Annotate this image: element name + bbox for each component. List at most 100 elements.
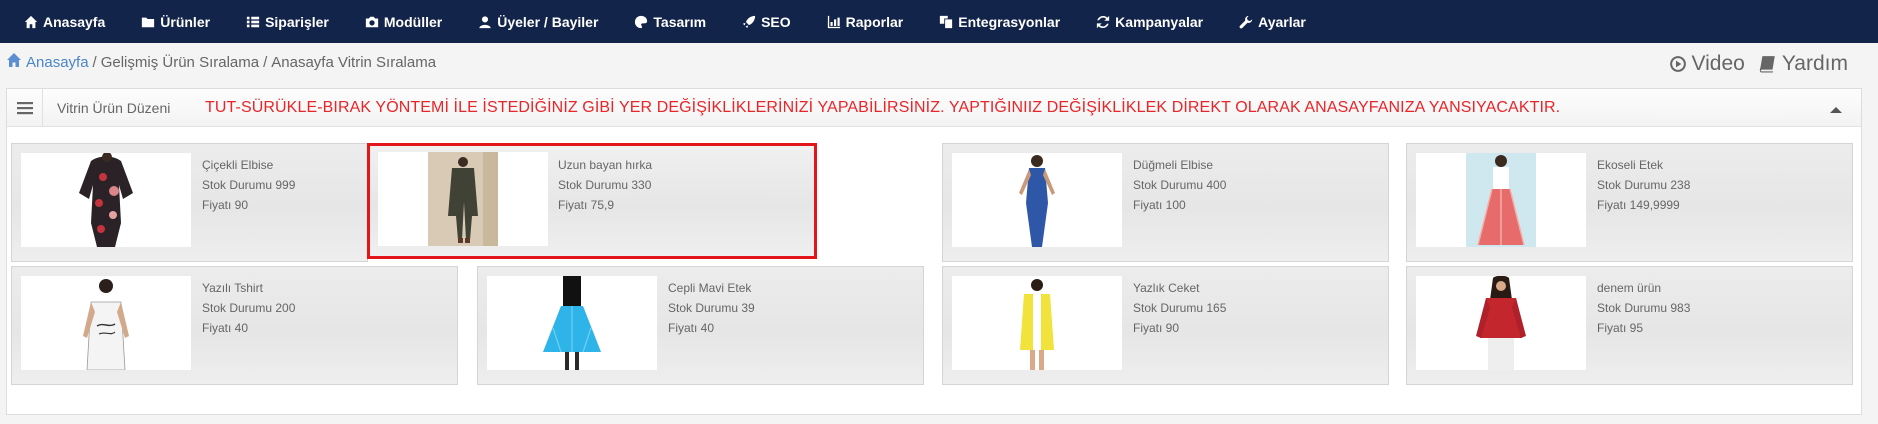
home-icon	[6, 52, 22, 72]
product-name: Çiçekli Elbise	[202, 158, 274, 172]
nav-item-label: SEO	[761, 13, 791, 30]
nav-item-label: Kampanyalar	[1115, 13, 1204, 30]
nav-item-seo[interactable]: SEO	[742, 14, 791, 30]
nav-item-moduller[interactable]: Modüller	[365, 14, 442, 30]
nav-item-label: Üyeler / Bayiler	[497, 13, 599, 30]
product-card[interactable]: Yazılı Tshirt Stok Durumu 200 Fiyatı 40	[11, 266, 458, 385]
product-image	[952, 153, 1122, 247]
bars-icon	[16, 101, 33, 114]
product-name: Uzun bayan hırka	[558, 158, 653, 172]
breadcrumb-separator: /	[263, 53, 268, 71]
product-price: Fiyatı 95	[1597, 321, 1644, 335]
panel-menu-button[interactable]	[7, 89, 43, 126]
book-icon	[1759, 56, 1775, 73]
product-info: Yazlık Ceket Stok Durumu 165 Fiyatı 90	[1133, 278, 1226, 338]
product-image	[1416, 276, 1586, 370]
nav-item-label: Modüller	[383, 13, 443, 30]
product-name: Cepli Mavi Etek	[668, 281, 752, 295]
nav-item-raporlar[interactable]: Raporlar	[827, 13, 904, 30]
product-stock: Stok Durumu 165	[1133, 301, 1227, 315]
camera-icon	[365, 15, 379, 29]
product-info: Cepli Mavi Etek Stok Durumu 39 Fiyatı 40	[668, 278, 755, 338]
help-link[interactable]: Yardım	[1759, 52, 1848, 76]
nav-item-label: Anasayfa	[43, 13, 106, 30]
list-icon	[246, 15, 260, 29]
product-image	[952, 276, 1122, 370]
product-name: denem ürün	[1597, 281, 1662, 295]
nav-item-uyeler-bayiler[interactable]: Üyeler / Bayiler	[478, 14, 598, 30]
product-stock: Stok Durumu 999	[202, 178, 296, 192]
product-image	[1416, 153, 1586, 247]
home-icon	[24, 15, 38, 29]
user-icon	[478, 15, 492, 29]
nav-item-kampanyalar[interactable]: Kampanyalar	[1096, 14, 1203, 30]
product-info: Uzun bayan hırka Stok Durumu 330 Fiyatı …	[558, 155, 652, 215]
nav-item-label: Raporlar	[845, 13, 904, 30]
product-price: Fiyatı 40	[668, 321, 715, 335]
product-price: Fiyatı 40	[202, 321, 249, 335]
product-info: Çiçekli Elbise Stok Durumu 999 Fiyatı 90	[202, 155, 295, 215]
chevron-up-icon	[1830, 107, 1842, 113]
play-circle-icon	[1669, 56, 1686, 72]
help-links: Video Yardım	[1655, 52, 1848, 76]
drag-drop-notice: TUT-SÜRÜKLE-BIRAK YÖNTEMİ İLE İSTEDİĞİNİ…	[205, 99, 1561, 116]
product-name: Yazlık Ceket	[1133, 281, 1200, 295]
folder-icon	[141, 15, 155, 29]
product-price: Fiyatı 149,9999	[1597, 198, 1680, 212]
video-link[interactable]: Video	[1669, 52, 1745, 76]
product-card[interactable]: Düğmeli Elbise Stok Durumu 400 Fiyatı 10…	[942, 143, 1389, 262]
product-image	[487, 276, 657, 370]
product-card-selected[interactable]: Uzun bayan hırka Stok Durumu 330 Fiyatı …	[367, 143, 817, 259]
nav-item-label: Siparişler	[265, 13, 329, 30]
video-label: Video	[1691, 52, 1745, 75]
panel-header: Vitrin Ürün Düzeni TUT-SÜRÜKLE-BIRAK YÖN…	[7, 89, 1861, 127]
help-label: Yardım	[1781, 52, 1848, 75]
chart-icon	[827, 15, 841, 29]
nav-item-tasarim[interactable]: Tasarım	[634, 14, 706, 30]
wrench-icon	[1239, 15, 1253, 29]
collapse-button[interactable]	[1829, 102, 1843, 113]
nav-item-siparisler[interactable]: Siparişler	[246, 14, 329, 30]
product-price: Fiyatı 75,9	[558, 198, 615, 212]
product-card[interactable]: Yazlık Ceket Stok Durumu 165 Fiyatı 90	[942, 266, 1389, 385]
product-info: Yazılı Tshirt Stok Durumu 200 Fiyatı 40	[202, 278, 295, 338]
product-name: Ekoseli Etek	[1597, 158, 1664, 172]
breadcrumb-home-link[interactable]: Anasayfa	[26, 54, 89, 71]
product-stock: Stok Durumu 39	[668, 301, 755, 315]
refresh-icon	[1096, 15, 1110, 29]
nav-item-entegrasyonlar[interactable]: Entegrasyonlar	[939, 14, 1060, 30]
product-stock: Stok Durumu 200	[202, 301, 296, 315]
breadcrumb: Anasayfa / Gelişmiş Ürün Sıralama / Anas…	[6, 52, 436, 72]
copy-icon	[939, 15, 953, 29]
nav-item-label: Ayarlar	[1258, 13, 1306, 30]
nav-item-label: Entegrasyonlar	[958, 13, 1061, 30]
product-stock: Stok Durumu 238	[1597, 178, 1691, 192]
product-card[interactable]: denem ürün Stok Durumu 983 Fiyatı 95	[1406, 266, 1853, 385]
product-card[interactable]: Çiçekli Elbise Stok Durumu 999 Fiyatı 90	[11, 143, 368, 262]
product-info: denem ürün Stok Durumu 983 Fiyatı 95	[1597, 278, 1690, 338]
product-card[interactable]: Cepli Mavi Etek Stok Durumu 39 Fiyatı 40	[477, 266, 924, 385]
product-info: Düğmeli Elbise Stok Durumu 400 Fiyatı 10…	[1133, 155, 1226, 215]
product-image	[21, 153, 191, 247]
product-name: Yazılı Tshirt	[202, 281, 263, 295]
product-card[interactable]: Ekoseli Etek Stok Durumu 238 Fiyatı 149,…	[1406, 143, 1853, 262]
product-name: Düğmeli Elbise	[1133, 158, 1214, 172]
breadcrumb-separator: /	[92, 53, 97, 71]
product-stock: Stok Durumu 400	[1133, 178, 1227, 192]
panel-title: Vitrin Ürün Düzeni	[57, 100, 171, 116]
nav-item-ayarlar[interactable]: Ayarlar	[1239, 14, 1306, 30]
product-price: Fiyatı 90	[202, 198, 249, 212]
top-navigation: Anasayfa Ürünler Siparişler Modüller Üye…	[0, 0, 1878, 43]
product-info: Ekoseli Etek Stok Durumu 238 Fiyatı 149,…	[1597, 155, 1690, 215]
showcase-panel: Vitrin Ürün Düzeni TUT-SÜRÜKLE-BIRAK YÖN…	[6, 88, 1862, 415]
breadcrumb-current: Anasayfa Vitrin Sıralama	[271, 53, 437, 71]
product-image	[21, 276, 191, 370]
nav-item-anasayfa[interactable]: Anasayfa	[24, 14, 105, 30]
nav-item-label: Tasarım	[653, 13, 707, 30]
product-price: Fiyatı 100	[1133, 198, 1186, 212]
product-stock: Stok Durumu 983	[1597, 301, 1691, 315]
nav-item-urunler[interactable]: Ürünler	[141, 14, 210, 30]
palette-icon	[634, 15, 648, 29]
nav-item-label: Ürünler	[160, 13, 211, 30]
breadcrumb-level1: Gelişmiş Ürün Sıralama	[100, 53, 260, 71]
